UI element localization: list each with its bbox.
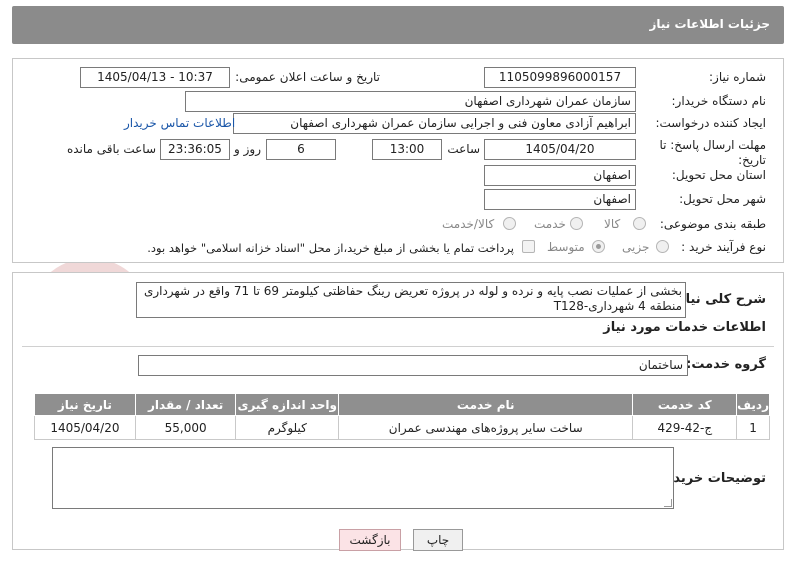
col-row: ردیف [736, 393, 770, 416]
deadline-label: مهلت ارسال پاسخ: تا تاریخ: [659, 138, 766, 167]
process-type-label: نوع فرآیند خرید : [681, 240, 766, 254]
announce-date-field[interactable]: 1405/04/13 - 10:37 [80, 67, 230, 88]
days-label: روز و [234, 142, 261, 156]
col-need-date: تاریخ نیاز [34, 393, 136, 416]
category-goods-radio[interactable] [633, 217, 646, 230]
process-minor-label: جزیی [622, 240, 650, 254]
remaining-time-label: ساعت باقی مانده [66, 142, 156, 156]
treasury-payment-checkbox[interactable] [522, 240, 535, 253]
service-group-label: گروه خدمت: [686, 357, 766, 372]
page-title: جزئیات اطلاعات نیاز [649, 17, 770, 31]
creator-field[interactable]: ابراهیم آزادی معاون فنی و اجرایی سازمان … [233, 113, 636, 134]
province-label: استان محل تحویل: [671, 168, 766, 182]
services-section-title: اطلاعات خدمات مورد نیاز [603, 320, 766, 335]
process-medium-label: متوسط [547, 240, 585, 254]
services-divider [22, 346, 774, 347]
days-remaining-field[interactable]: 6 [266, 139, 336, 160]
description-text: بخشی از عملیات نصب پایه و نرده و لوله در… [143, 284, 682, 313]
services-table: تاریخ نیاز تعداد / مقدار واحد اندازه گیر… [34, 393, 770, 440]
creator-label: ایجاد کننده درخواست: [655, 116, 766, 130]
cell-row-number: 1 [736, 415, 770, 440]
deadline-date-field[interactable]: 1405/04/20 [484, 139, 636, 160]
city-label: شهر محل تحویل: [679, 192, 766, 206]
category-goods-service-label: کالا/خدمت [442, 217, 495, 231]
col-unit: واحد اندازه گیری [235, 393, 340, 416]
category-label: طبقه بندی موضوعی: [659, 217, 766, 231]
cell-service-code: ج-42-429 [632, 415, 738, 440]
cell-unit: کیلوگرم [235, 415, 340, 440]
page-header: جزئیات اطلاعات نیاز [12, 6, 784, 44]
deadline-time-field[interactable]: 13:00 [372, 139, 442, 160]
col-service-code: کد خدمت [632, 393, 738, 416]
table-header-row: تاریخ نیاز تعداد / مقدار واحد اندازه گیر… [34, 393, 770, 416]
buyer-org-label: نام دستگاه خریدار: [671, 94, 767, 108]
remaining-time-field[interactable]: 23:36:05 [160, 139, 230, 160]
category-service-radio[interactable] [570, 217, 583, 230]
need-number-label: شماره نیاز: [709, 70, 766, 84]
back-button[interactable]: بازگشت [339, 529, 401, 551]
print-button[interactable]: چاپ [413, 529, 463, 551]
process-medium-radio[interactable] [592, 240, 605, 253]
city-field[interactable]: اصفهان [484, 189, 636, 210]
textarea-resize-handle-icon[interactable] [664, 499, 672, 507]
cell-service-name: ساخت سایر پروژه‌های مهندسی عمران [338, 415, 634, 440]
buyer-notes-textarea[interactable] [52, 447, 674, 509]
province-field[interactable]: اصفهان [484, 165, 636, 186]
treasury-payment-note: پرداخت تمام یا بخشی از مبلغ خرید،از محل … [147, 241, 514, 255]
category-service-label: خدمت [534, 217, 566, 231]
need-number-field[interactable]: 1105099896000157 [484, 67, 636, 88]
buyer-contact-link[interactable]: اطلاعات تماس خریدار [124, 116, 235, 130]
category-goods-service-radio[interactable] [503, 217, 516, 230]
announce-date-label: تاریخ و ساعت اعلان عمومی: [235, 70, 380, 84]
col-service-name: نام خدمت [338, 393, 634, 416]
category-goods-label: کالا [604, 217, 621, 231]
col-quantity: تعداد / مقدار [134, 393, 237, 416]
description-label: شرح کلی نیاز: [672, 292, 766, 307]
service-group-field[interactable]: ساختمان [138, 355, 688, 376]
table-row: 1405/04/20 55,000 کیلوگرم ساخت سایر پروژ… [34, 415, 770, 440]
cell-quantity: 55,000 [134, 415, 237, 440]
deadline-time-label: ساعت [447, 142, 480, 156]
buyer-org-field[interactable]: سازمان عمران شهرداری اصفهان [185, 91, 636, 112]
process-minor-radio[interactable] [656, 240, 669, 253]
cell-need-date: 1405/04/20 [34, 415, 136, 440]
